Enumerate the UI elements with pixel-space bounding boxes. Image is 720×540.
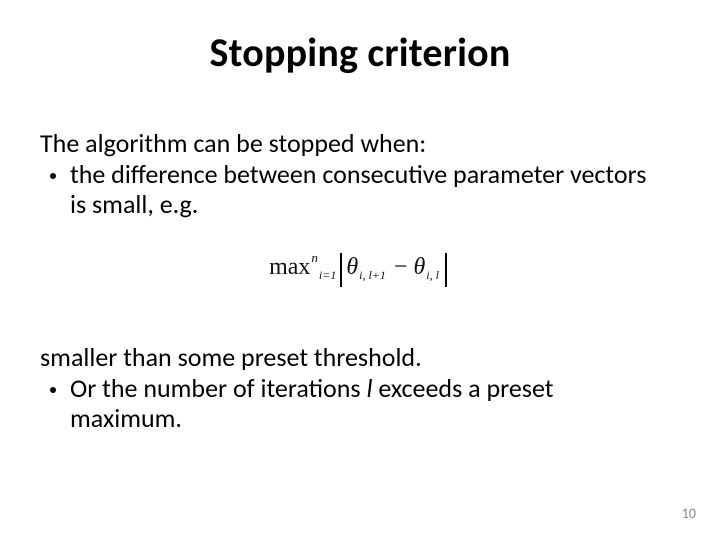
formula-max: max n i=1 (269, 254, 336, 281)
abs-bar-right-icon (445, 253, 447, 287)
slide-title: Stopping criterion (0, 28, 720, 77)
slide: Stopping criterion The algorithm can be … (0, 0, 720, 540)
intro-line: The algorithm can be stopped when: (40, 128, 660, 159)
theta-2-sub: i, l (426, 268, 439, 283)
abs-bar-left-icon (340, 253, 342, 287)
after-formula-line: smaller than some preset threshold. (40, 342, 660, 373)
body-block-2: smaller than some preset threshold. Or t… (40, 342, 660, 434)
bullet-1-text: the difference between consecutive param… (70, 159, 660, 220)
bullet-dot-icon (50, 387, 56, 393)
body-block-1: The algorithm can be stopped when: the d… (40, 128, 660, 220)
theta-1-sub: i, l+1 (359, 268, 386, 283)
minus-sign: − (394, 254, 408, 281)
bullet-2-pre: Or the number of iterations (70, 372, 366, 404)
formula-sup: n (311, 250, 318, 266)
theta-1: θ (346, 254, 358, 281)
bullet-dot-icon (50, 173, 56, 179)
page-number: 10 (682, 505, 696, 522)
formula-sub: i=1 (319, 268, 336, 283)
formula-op: max (269, 254, 310, 281)
bullet-2-text: Or the number of iterations l exceeds a … (70, 373, 660, 434)
theta-2: θ (413, 254, 425, 281)
bullet-2: Or the number of iterations l exceeds a … (40, 373, 660, 434)
bullet-1: the difference between consecutive param… (40, 159, 660, 220)
formula: max n i=1 θ i, l+1 − θ i, l (0, 250, 720, 284)
